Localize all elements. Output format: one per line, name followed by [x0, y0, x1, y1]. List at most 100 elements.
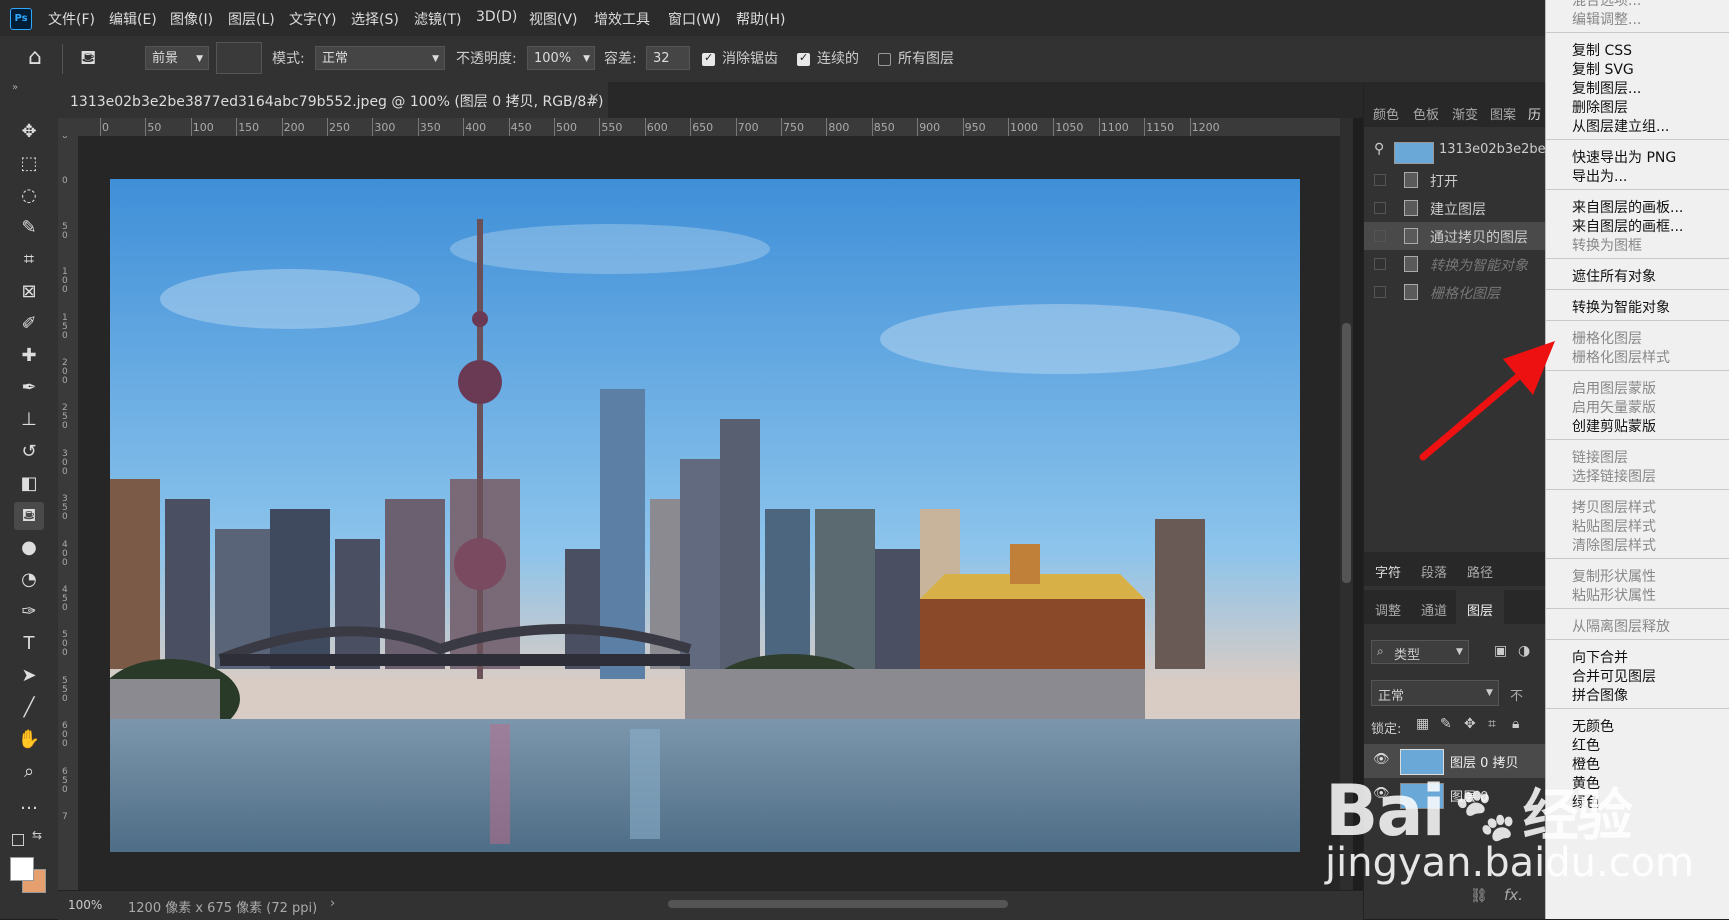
context-menu-item[interactable]: 来自图层的画框...: [1572, 216, 1683, 236]
context-menu-item[interactable]: 复制图层...: [1572, 78, 1641, 98]
canvas-area[interactable]: [78, 136, 1348, 890]
stamp-tool-icon[interactable]: ⊥: [14, 406, 44, 434]
eraser-tool-icon[interactable]: ◧: [14, 470, 44, 498]
adjustment-filter-icon[interactable]: ◑: [1518, 643, 1530, 659]
mode-select[interactable]: 正常 ▼: [315, 46, 445, 70]
type-tool-icon[interactable]: T: [14, 630, 44, 658]
context-menu-item[interactable]: 快速导出为 PNG: [1572, 147, 1676, 167]
image-filter-icon[interactable]: ▣: [1494, 643, 1507, 659]
opacity-field[interactable]: 100% ▼: [527, 46, 595, 70]
context-menu-item[interactable]: 复制 CSS: [1572, 40, 1632, 60]
menu-view[interactable]: 视图(V): [529, 9, 578, 29]
zoom-level[interactable]: 100%: [68, 898, 102, 912]
antialias-checkbox[interactable]: [702, 51, 715, 66]
scroll-thumb[interactable]: [1342, 323, 1351, 583]
menu-image[interactable]: 图像(I): [170, 9, 213, 29]
context-menu-item[interactable]: 无颜色: [1572, 716, 1614, 736]
history-brush-source-icon[interactable]: ⚲: [1374, 141, 1384, 157]
eyedropper-tool-icon[interactable]: ✐: [14, 310, 44, 338]
tab-character[interactable]: 字符: [1375, 562, 1401, 581]
lasso-tool-icon[interactable]: ◌: [14, 182, 44, 210]
context-menu-item[interactable]: 复制 SVG: [1572, 59, 1634, 79]
frame-tool-icon[interactable]: ⊠: [14, 278, 44, 306]
menu-edit[interactable]: 编辑(E): [109, 9, 157, 29]
path-select-tool-icon[interactable]: ➤: [14, 662, 44, 690]
lock-transparent-icon[interactable]: ▦: [1416, 716, 1429, 732]
history-checkbox[interactable]: [1374, 202, 1386, 214]
tab-channels[interactable]: 通道: [1421, 600, 1447, 619]
menu-plugins[interactable]: 增效工具: [594, 9, 650, 29]
context-menu-item[interactable]: 删除图层: [1572, 97, 1628, 117]
visibility-eye-icon[interactable]: 👁︎: [1373, 752, 1390, 767]
tab-swatches[interactable]: 色板: [1413, 104, 1439, 123]
history-item[interactable]: 打开: [1364, 166, 1546, 194]
context-menu-item[interactable]: 红色: [1572, 735, 1600, 755]
menu-3d[interactable]: 3D(D): [476, 9, 517, 25]
history-snapshot[interactable]: ⚲ 1313e02b3e2be: [1364, 137, 1546, 165]
context-menu-item[interactable]: 创建剪贴蒙版: [1572, 416, 1656, 436]
lock-pixels-icon[interactable]: ✎: [1440, 716, 1452, 732]
context-menu-item[interactable]: 来自图层的画板...: [1572, 197, 1683, 217]
history-item-selected[interactable]: 通过拷贝的图层: [1364, 222, 1546, 250]
all-layers-checkbox[interactable]: [878, 53, 891, 66]
context-menu-item[interactable]: 合并可见图层: [1572, 666, 1656, 686]
close-icon[interactable]: ×: [588, 90, 600, 106]
context-menu-item[interactable]: 向下合并: [1572, 647, 1628, 667]
tab-color[interactable]: 颜色: [1373, 104, 1399, 123]
move-tool-icon[interactable]: ✥: [14, 118, 44, 146]
pen-tool-icon[interactable]: ✑: [14, 598, 44, 626]
history-item[interactable]: 栅格化图层: [1364, 278, 1546, 306]
quick-select-tool-icon[interactable]: ✎: [14, 214, 44, 242]
menu-window[interactable]: 窗口(W): [668, 9, 721, 29]
crop-tool-icon[interactable]: ⌗: [14, 246, 44, 274]
more-tools-icon[interactable]: …: [14, 790, 44, 818]
horizontal-scroll-thumb[interactable]: [668, 900, 1008, 908]
home-icon[interactable]: ⌂: [28, 45, 42, 70]
contiguous-checkbox[interactable]: [797, 51, 810, 66]
tab-gradients[interactable]: 渐变: [1452, 104, 1478, 123]
zoom-tool-icon[interactable]: ⌕: [14, 758, 44, 786]
context-menu-item[interactable]: 遮住所有对象: [1572, 266, 1656, 286]
foreground-color-swatch[interactable]: [10, 857, 34, 881]
dodge-tool-icon[interactable]: ◔: [14, 566, 44, 594]
tolerance-field[interactable]: 32: [646, 46, 690, 70]
marquee-tool-icon[interactable]: ⬚: [14, 150, 44, 178]
fill-source-select[interactable]: 前景 ▼: [145, 46, 209, 70]
paint-bucket-tool-icon[interactable]: ⛾: [14, 502, 44, 530]
tab-paragraph[interactable]: 段落: [1421, 562, 1447, 581]
layer-style-button[interactable]: fx.: [1504, 886, 1523, 904]
tab-paths[interactable]: 路径: [1467, 562, 1493, 581]
document-tab[interactable]: 1313e02b3e2be3877ed3164abc79b552.jpeg @ …: [58, 82, 615, 118]
collapse-icon[interactable]: »: [12, 82, 18, 93]
menu-help[interactable]: 帮助(H): [736, 9, 785, 29]
history-checkbox[interactable]: [1374, 174, 1386, 186]
tab-layers[interactable]: 图层: [1467, 600, 1493, 619]
lock-position-icon[interactable]: ✥: [1464, 716, 1476, 732]
history-brush-tool-icon[interactable]: ↺: [14, 438, 44, 466]
context-menu-item[interactable]: 拼合图像: [1572, 685, 1628, 705]
line-tool-icon[interactable]: ╱: [14, 694, 44, 722]
default-colors-icon[interactable]: [12, 834, 24, 846]
context-menu-item[interactable]: 转换为智能对象: [1572, 297, 1670, 317]
tab-patterns[interactable]: 图案: [1490, 104, 1516, 123]
menu-select[interactable]: 选择(S): [351, 9, 399, 29]
history-checkbox[interactable]: [1374, 286, 1386, 298]
lock-artboard-icon[interactable]: ⌗: [1488, 716, 1496, 732]
hand-tool-icon[interactable]: ✋: [14, 726, 44, 754]
history-checkbox[interactable]: [1374, 258, 1386, 270]
paint-bucket-preset-icon[interactable]: ⛾: [80, 45, 96, 72]
menu-file[interactable]: 文件(F): [48, 9, 95, 29]
history-item[interactable]: 建立图层: [1364, 194, 1546, 222]
history-checkbox[interactable]: [1374, 230, 1386, 242]
pattern-picker[interactable]: [216, 42, 262, 74]
layer-filter-select[interactable]: ⌕ 类型 ▼: [1371, 640, 1469, 664]
blend-mode-select[interactable]: 正常 ▼: [1371, 680, 1499, 706]
history-item[interactable]: 转换为智能对象: [1364, 250, 1546, 278]
blur-tool-icon[interactable]: ●: [14, 534, 44, 562]
swap-colors-icon[interactable]: ⇆: [32, 828, 42, 842]
chevron-right-icon[interactable]: ›: [330, 896, 335, 911]
menu-filter[interactable]: 滤镜(T): [414, 9, 461, 29]
tab-history[interactable]: 历: [1528, 104, 1541, 123]
brush-tool-icon[interactable]: ✒: [14, 374, 44, 402]
link-layers-icon[interactable]: ⛓: [1470, 888, 1488, 904]
